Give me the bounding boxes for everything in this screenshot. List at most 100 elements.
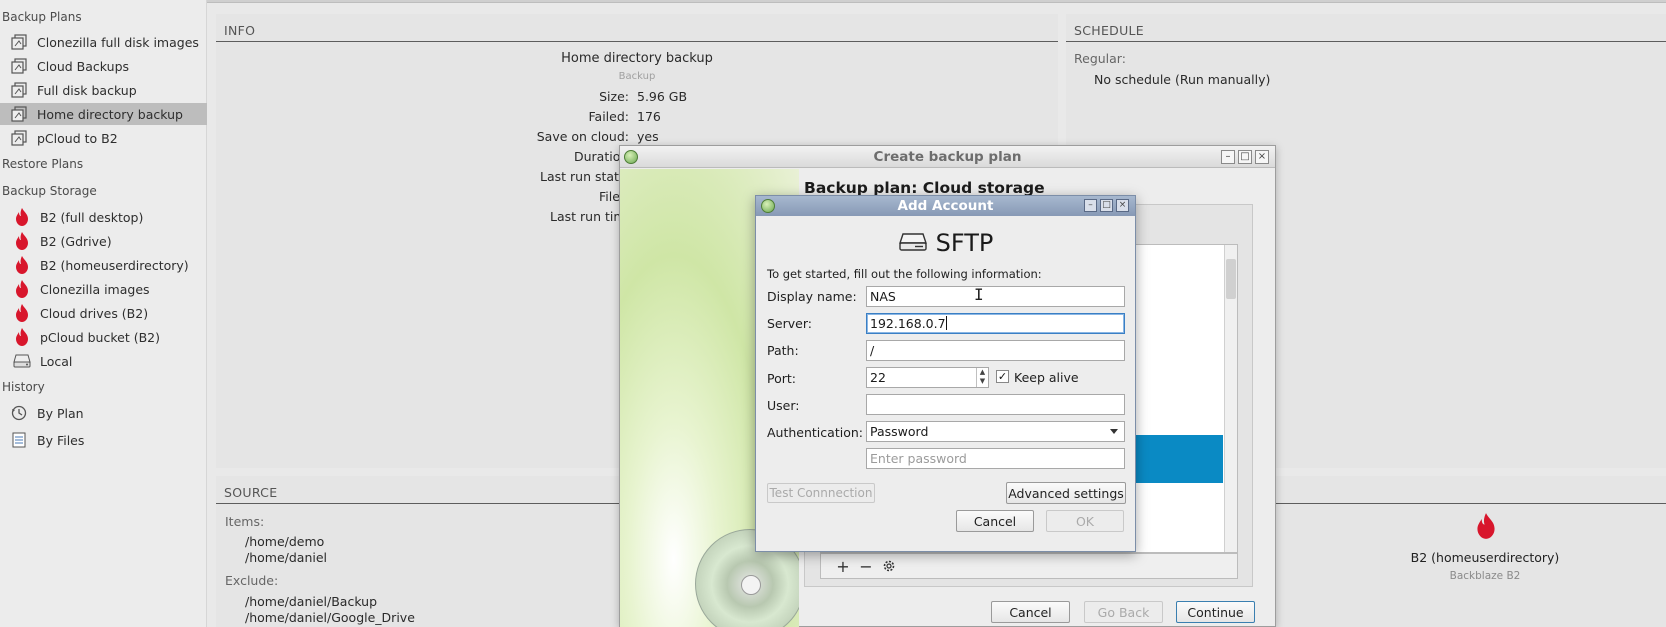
- keep-alive-checkbox[interactable]: ✓: [996, 370, 1009, 383]
- sidebar-item-pcloud-bucket-b2[interactable]: pCloud bucket (B2): [0, 326, 207, 348]
- protocol-name: SFTP: [935, 229, 994, 257]
- continue-button[interactable]: Continue: [1176, 601, 1255, 623]
- sidebar-item-label: Full disk backup: [37, 82, 137, 98]
- go-back-button[interactable]: Go Back: [1084, 601, 1163, 623]
- sidebar-item-full-disk-backup[interactable]: Full disk backup: [0, 79, 207, 101]
- size-value: 5.96 GB: [637, 89, 688, 104]
- sidebar-item-cloud-drives-b2[interactable]: Cloud drives (B2): [0, 302, 207, 324]
- section-heading-history: History: [2, 380, 45, 394]
- test-connection-button[interactable]: Test Connnection: [767, 483, 875, 503]
- wizard-cancel-button[interactable]: Cancel: [991, 601, 1070, 623]
- server-input-value: 192.168.0.7: [870, 316, 946, 331]
- spin-arrows-icon[interactable]: ▲ ▼: [976, 368, 988, 387]
- sidebar-item-by-files[interactable]: By Files: [0, 429, 207, 451]
- add-account-title: Add Account: [897, 198, 994, 214]
- plan-name: Home directory backup: [561, 51, 713, 66]
- files-label: File: [599, 189, 620, 204]
- display-name-input[interactable]: NAS: [866, 286, 1125, 307]
- plan-type: Backup: [618, 71, 656, 82]
- path-input[interactable]: /: [866, 340, 1125, 361]
- schedule-heading: SCHEDULE: [1066, 14, 1666, 42]
- authentication-value: Password: [870, 424, 929, 439]
- section-heading-backup-storage: Backup Storage: [2, 184, 97, 198]
- backup-plan-icon: [10, 81, 28, 99]
- sidebar-item-label: B2 (homeuserdirectory): [40, 257, 189, 273]
- remove-icon[interactable]: −: [856, 556, 876, 576]
- sidebar-item-local[interactable]: Local: [0, 350, 207, 372]
- authentication-select[interactable]: Password: [866, 421, 1125, 442]
- destination-name: B2 (homeuserdirectory): [1410, 550, 1560, 565]
- sidebar-item-by-plan[interactable]: By Plan: [0, 402, 207, 424]
- clock-history-icon: [10, 404, 28, 422]
- sidebar-item-cloud-backups[interactable]: Cloud Backups: [0, 55, 207, 77]
- advanced-settings-button[interactable]: Advanced settings: [1006, 482, 1126, 504]
- text-caret: [945, 316, 947, 330]
- maximize-icon[interactable]: □: [1100, 199, 1113, 212]
- destination-provider: Backblaze B2: [1449, 570, 1521, 582]
- sidebar-item-label: B2 (full desktop): [40, 209, 144, 225]
- sidebar-item-clonezilla-images[interactable]: Clonezilla images: [0, 278, 207, 300]
- regular-label: Regular:: [1074, 51, 1126, 66]
- hard-drive-icon: [898, 232, 928, 255]
- minimize-icon[interactable]: –: [1221, 150, 1235, 164]
- sidebar-item-b2-gdrive[interactable]: B2 (Gdrive): [0, 230, 207, 252]
- user-label: User:: [767, 398, 800, 413]
- sidebar-item-label: pCloud to B2: [37, 130, 118, 146]
- source-item: /home/daniel: [245, 550, 328, 565]
- close-icon[interactable]: ×: [1255, 150, 1269, 164]
- size-label: Size:: [599, 89, 629, 104]
- minimize-icon[interactable]: –: [1084, 199, 1097, 212]
- server-input[interactable]: 192.168.0.7: [866, 313, 1125, 334]
- authentication-label: Authentication:: [767, 425, 863, 440]
- ok-button[interactable]: OK: [1046, 510, 1124, 532]
- info-heading: INFO: [216, 14, 1058, 42]
- failed-value: 176: [637, 109, 661, 124]
- sidebar-item-pcloud-to-b2[interactable]: pCloud to B2: [0, 127, 207, 149]
- source-item: /home/demo: [245, 534, 325, 549]
- sidebar-item-b2-homeuserdirectory[interactable]: B2 (homeuserdirectory): [0, 254, 207, 276]
- window-top-edge: [0, 0, 1666, 3]
- wizard-title: Create backup plan: [873, 149, 1022, 165]
- maximize-icon[interactable]: □: [1238, 150, 1252, 164]
- port-value: 22: [870, 370, 886, 385]
- section-heading-restore-plans[interactable]: Restore Plans: [2, 157, 83, 171]
- sidebar-item-clonezilla-full-disk-images[interactable]: Clonezilla full disk images: [0, 31, 207, 53]
- backblaze-flame-icon: [13, 280, 31, 298]
- close-icon[interactable]: ×: [1116, 199, 1129, 212]
- add-account-dialog: Add Account – □ × SFTP To get started, f…: [755, 195, 1136, 552]
- add-icon[interactable]: +: [833, 556, 853, 576]
- last-run-status-label: Last run statu: [540, 169, 627, 184]
- sidebar-item-b2-full-desktop[interactable]: B2 (full desktop): [0, 206, 207, 228]
- save-on-cloud-value: yes: [637, 129, 659, 144]
- backup-plan-icon: [10, 105, 28, 123]
- items-label: Items:: [225, 514, 265, 529]
- sidebar: Backup Plans Clonezilla full disk images…: [0, 0, 207, 627]
- password-input[interactable]: Enter password: [866, 448, 1125, 469]
- wizard-titlebar[interactable]: Create backup plan – □ ×: [620, 146, 1275, 168]
- sidebar-item-label: Local: [40, 353, 73, 369]
- last-run-time-label: Last run tim: [550, 209, 626, 224]
- port-stepper[interactable]: 22 ▲ ▼: [866, 367, 989, 388]
- user-input[interactable]: [866, 394, 1125, 415]
- path-label: Path:: [767, 343, 799, 358]
- gear-icon[interactable]: [879, 556, 899, 576]
- backblaze-flame-icon: [13, 304, 31, 322]
- regular-value: No schedule (Run manually): [1094, 72, 1271, 87]
- exclude-item: /home/daniel/Google_Drive: [245, 610, 415, 625]
- sidebar-item-label: pCloud bucket (B2): [40, 329, 160, 345]
- sidebar-item-home-directory-backup[interactable]: Home directory backup: [0, 103, 207, 125]
- sidebar-item-label: Clonezilla full disk images: [37, 34, 199, 50]
- sidebar-item-label: Cloud Backups: [37, 58, 130, 74]
- backblaze-flame-icon: [13, 256, 31, 274]
- backblaze-flame-icon: [13, 328, 31, 346]
- hard-drive-icon: [13, 352, 31, 370]
- exclude-label: Exclude:: [225, 573, 279, 588]
- cancel-button[interactable]: Cancel: [956, 510, 1034, 532]
- backblaze-flame-icon: [1476, 512, 1496, 543]
- chevron-down-icon: [1110, 429, 1118, 434]
- add-account-titlebar[interactable]: Add Account – □ ×: [756, 196, 1135, 216]
- list-scrollbar[interactable]: [1224, 245, 1237, 552]
- save-on-cloud-label: Save on cloud:: [536, 129, 629, 144]
- server-label: Server:: [767, 316, 812, 331]
- sidebar-item-label: Home directory backup: [37, 106, 183, 122]
